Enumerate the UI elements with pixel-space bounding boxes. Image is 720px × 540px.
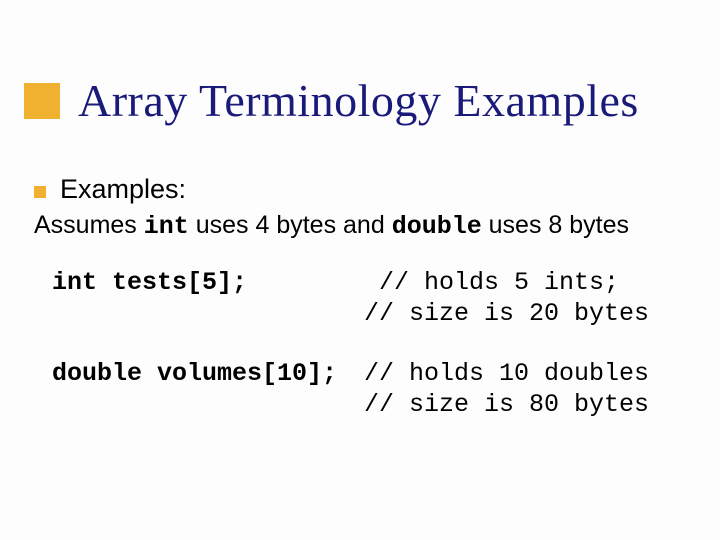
- declaration-1: int tests[5];: [52, 267, 364, 330]
- assumes-prefix: Assumes: [34, 211, 144, 239]
- square-bullet-icon: [34, 186, 46, 198]
- comment-1-line-2: // size is 20 bytes: [364, 299, 649, 328]
- comments-2: // holds 10 doubles // size is 80 bytes: [364, 358, 649, 421]
- comment-1-line-1: // holds 5 ints;: [364, 268, 619, 297]
- declaration-2: double volumes[10];: [52, 358, 364, 421]
- code-block: int tests[5]; // holds 5 ints; // size i…: [52, 267, 700, 420]
- assumes-int-keyword: int: [144, 212, 189, 241]
- slide: Array Terminology Examples Examples: Ass…: [0, 0, 720, 540]
- assumes-line: Assumes int uses 4 bytes and double uses…: [34, 211, 700, 241]
- assumes-suffix: uses 8 bytes: [482, 211, 629, 239]
- comment-2-line-1: // holds 10 doubles: [364, 359, 649, 388]
- assumes-double-keyword: double: [392, 212, 482, 241]
- slide-content: Examples: Assumes int uses 4 bytes and d…: [34, 174, 700, 448]
- assumes-mid: uses 4 bytes and: [189, 211, 392, 239]
- comment-2-line-2: // size is 80 bytes: [364, 390, 649, 419]
- bullet-text: Examples:: [60, 174, 186, 205]
- bullet-row: Examples:: [34, 174, 700, 205]
- comments-1: // holds 5 ints; // size is 20 bytes: [364, 267, 649, 330]
- slide-title: Array Terminology Examples: [78, 74, 639, 127]
- title-row: Array Terminology Examples: [24, 74, 700, 127]
- code-row-2: double volumes[10]; // holds 10 doubles …: [52, 358, 700, 421]
- code-row-1: int tests[5]; // holds 5 ints; // size i…: [52, 267, 700, 330]
- title-accent-square: [24, 83, 60, 119]
